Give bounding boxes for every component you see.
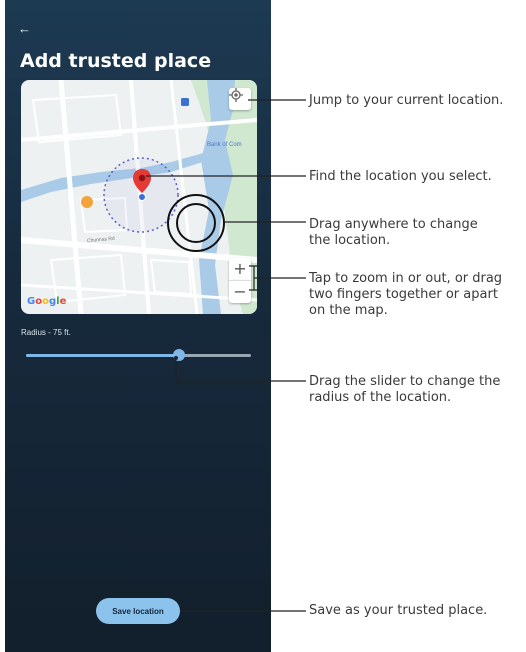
callout-line: on the map.	[309, 303, 388, 318]
callout-find-location: Find the location you select.	[309, 169, 492, 184]
callout-line: Tap to zoom in or out, or drag	[309, 271, 503, 286]
callout-line: radius of the location.	[309, 390, 452, 405]
callout-slider: Drag the slider to change the radius of …	[309, 374, 500, 406]
callout-line: the location.	[309, 233, 391, 248]
callout-line: two fingers together or apart	[309, 287, 498, 302]
callout-drag-anywhere: Drag anywhere to change the location.	[309, 217, 478, 249]
callout-current-location: Jump to your current location.	[309, 93, 504, 108]
callout-save: Save as your trusted place.	[309, 603, 488, 618]
callout-line: Drag the slider to change the	[309, 374, 501, 389]
callout-line: Drag anywhere to change	[309, 217, 478, 232]
callout-zoom: Tap to zoom in or out, or drag two finge…	[309, 271, 502, 319]
